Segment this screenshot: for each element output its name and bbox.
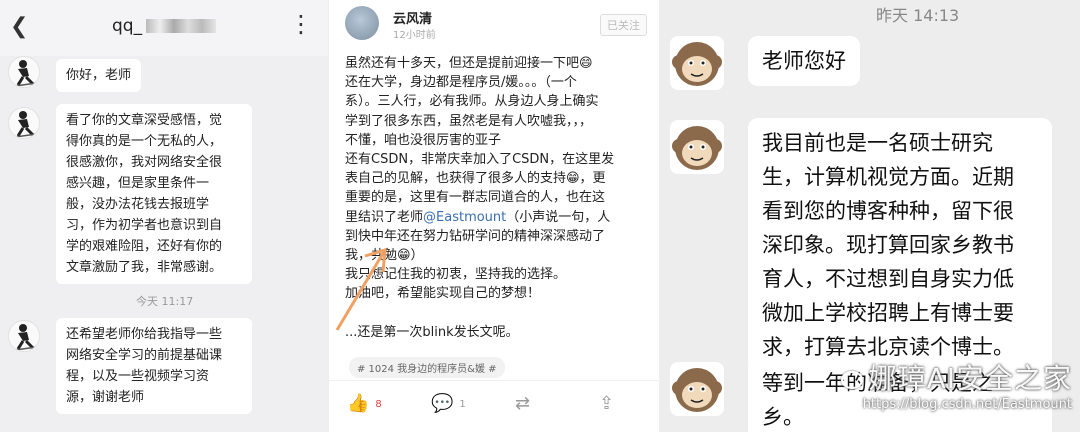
watermark-text: 娜璋AI安全之家 [868,362,1072,395]
like-button[interactable]: 👍 8 [347,393,382,414]
message-line: 很感激你，我对网络安全很 [66,155,223,170]
post-time: 12小时前 [393,30,436,41]
monkey-avatar-icon[interactable] [670,36,724,90]
blurred-name [146,19,217,33]
message-line: 我目前也是一名硕士研究 [762,131,993,155]
repost-icon: ⇄ [515,393,531,414]
more-options-icon[interactable]: ⋮ [289,10,314,38]
message-line: 程，以及一些视频学习资 [66,369,210,384]
post-line: 重要的是，这里有一群志同道合的人，也在这 [345,190,606,206]
post-line: 不懂，咱也没很厉害的亚子 [345,132,502,148]
contact-name: qq_ [112,16,143,36]
monkey-avatar-icon[interactable] [670,120,724,174]
post-line: 里结识了老师@Eastmount（小声说一句，人 [345,208,651,227]
message-line: 源，谢谢老师 [66,390,145,405]
message-bubble: 看了你的文章深受感悟，觉 得你真的是一个无私的人， 很感激你，我对网络安全很 感… [56,104,252,284]
message-timestamp: 今天 11:17 [136,295,194,308]
mention-link[interactable]: @Eastmount [423,210,506,225]
post-line-text: （小声说一句，人 [506,209,611,225]
post-line-text: 里结识了老师 [345,209,424,225]
post-line: 还在大学，身边都是程序员/媛。。。（一个 [345,75,577,91]
post-line: 学到了很多东西，虽然老是有人吹嘘我，，， [345,113,593,129]
watermark-title: 娜璋AI安全之家 [840,357,1072,397]
monkey-avatar-icon[interactable] [670,362,724,416]
comment-count: 1 [459,398,466,410]
message-text: 老师您好 [762,49,846,73]
message-line: 生，计算机视觉方面。近期 [762,165,1014,189]
message-line: 般，没办法花钱去报班学 [66,197,210,212]
message-line: 深印象。现打算回家乡教书 [762,233,1014,257]
message-line: 文章激励了我，非常感谢。 [66,260,223,275]
message-text: 你好，老师 [66,68,132,83]
back-arrow-icon[interactable]: ❮ [10,14,28,39]
author-avatar[interactable] [345,6,379,40]
comment-button[interactable]: 💬 1 [431,393,466,414]
share-icon: ⇪ [599,393,615,414]
post-line: 虽然还有十多天，但还是提前迎接一下吧😄 [345,56,593,71]
message-line: 看到您的博客种种，留下很 [762,199,1014,223]
annotation-arrow [335,247,387,331]
message-bubble: 老师您好 [748,36,860,86]
message-line: 育人，不过想到自身实力低 [762,267,1014,291]
message-timestamp: 昨天 14:13 [876,6,960,25]
message-line: 还希望老师你给我指导一些 [66,327,223,342]
comment-icon: 💬 [431,393,454,414]
right-chat-panel: 昨天 14:13 老师您好 我目前也是一名硕士研究 生，计算机视觉方面。近期 看… [660,0,1080,432]
follow-button[interactable]: 已关注 [600,14,647,36]
blink-post-panel: 云风清 12小时前 已关注 虽然还有十多天，但还是提前迎接一下吧😄 还在大学，身… [328,0,660,432]
thumbs-up-icon: 👍 [347,393,370,414]
avatar[interactable] [8,107,40,139]
message-line: 网络安全学习的前提基础课 [66,348,223,363]
wechat-icon [840,371,863,389]
avatar[interactable] [8,320,40,352]
message-bubble: 我目前也是一名硕士研究 生，计算机视觉方面。近期 看到您的博客种种，留下很 深印… [748,118,1052,372]
post-line: 表自己的见解，也获得了很多人的支持😁，更 [345,171,606,187]
topic-tag[interactable]: # 1024 我身边的程序员&媛 # [349,357,505,378]
author-name[interactable]: 云风清 [393,8,432,27]
like-count: 8 [375,398,382,410]
message-bubble: 你好，老师 [56,59,142,92]
post-line: 还有CSDN，非常庆幸加入了CSDN，在这里发 [345,152,615,168]
post-line: 系）。三人行，必有我师。从身边人身上确实 [345,94,599,110]
message-bubble: 还希望老师你给我指导一些 网络安全学习的前提基础课 程，以及一些视频学习资 源，… [56,318,252,414]
message-line: 学的艰难险阻，还好有你的 [66,239,223,254]
watermark-url: https://blog.csdn.net/Eastmount [862,397,1072,412]
share-button[interactable]: ⇪ [599,393,614,414]
avatar[interactable] [8,56,40,88]
screenshot-collage: ❮ qq_ ⋮ 你好，老师 看了你的文章深受感悟，觉 得你真的是一个无私的人， … [0,0,1080,432]
watermark: 娜璋AI安全之家 https://blog.csdn.net/Eastmount [840,357,1072,412]
chat-header: ❮ qq_ ⋮ [0,0,328,56]
left-chat-panel: ❮ qq_ ⋮ 你好，老师 看了你的文章深受感悟，觉 得你真的是一个无私的人， … [0,0,328,432]
post-action-bar: 👍 8 💬 1 ⇄ ⇪ [329,380,659,432]
message-line: 感兴趣，但是家里条件一 [66,176,210,191]
message-line: 得你真的是一个无私的人， [66,134,223,149]
message-line: 习，作为初学者也意识到自 [66,218,223,233]
message-line: 微加上学校招聘上有博士要 [762,301,1014,325]
chat-title: qq_ [112,16,217,36]
repost-button[interactable]: ⇄ [515,393,530,414]
message-line: 看了你的文章深受感悟，觉 [66,113,223,128]
